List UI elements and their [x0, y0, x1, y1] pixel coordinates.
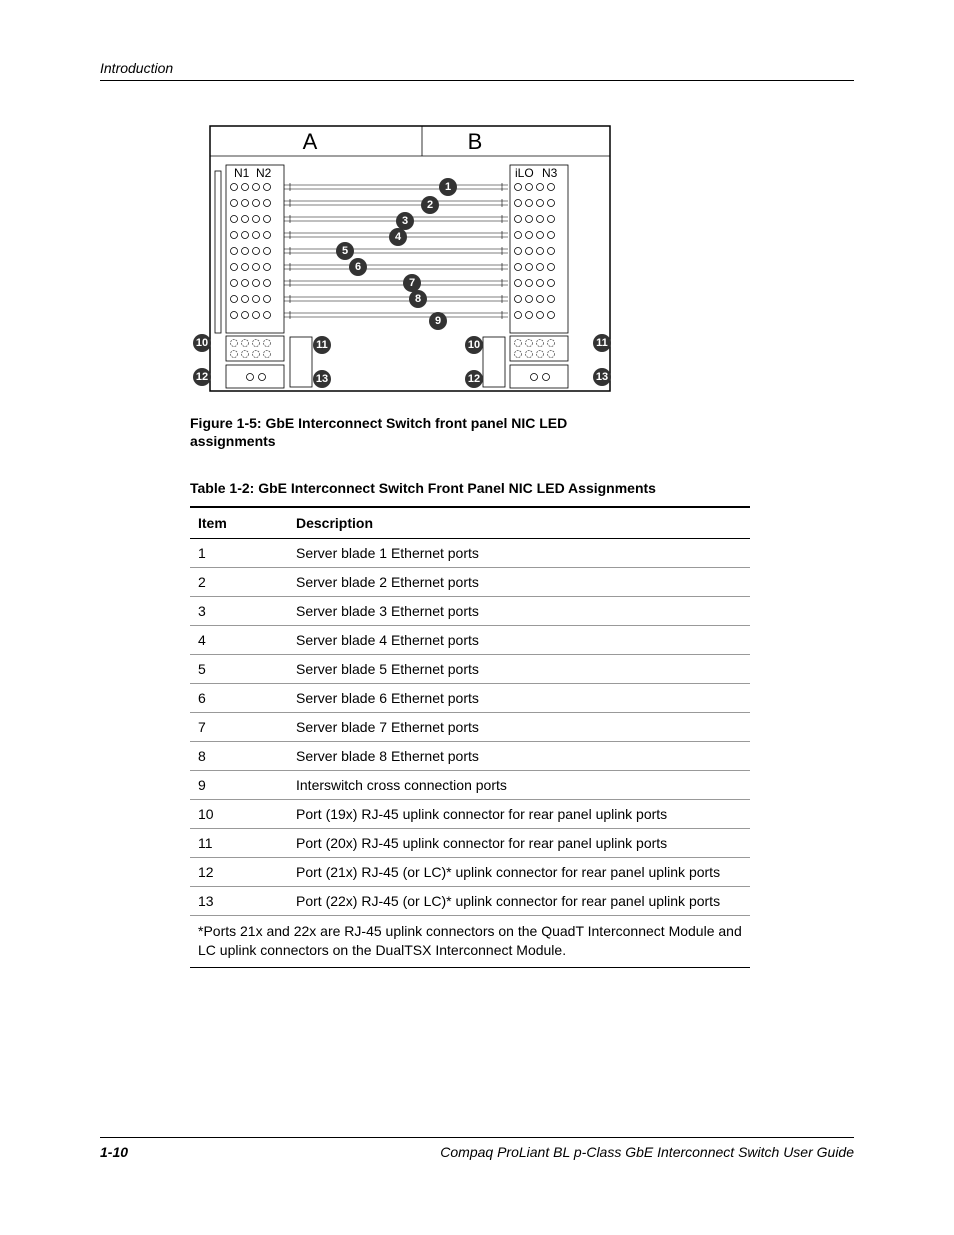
cell-description: Interswitch cross connection ports — [292, 771, 750, 800]
callout-4: 4 — [389, 228, 407, 246]
cell-item: 3 — [190, 597, 292, 626]
svg-text:12: 12 — [468, 373, 480, 385]
callout-6: 6 — [349, 258, 367, 276]
table-footnote-row: *Ports 21x and 22x are RJ-45 uplink conn… — [190, 916, 750, 967]
table-row: 12Port (21x) RJ-45 (or LC)* uplink conne… — [190, 858, 750, 887]
label-ilo: iLO — [515, 166, 534, 180]
svg-text:7: 7 — [409, 277, 415, 289]
footer-title: Compaq ProLiant BL p-Class GbE Interconn… — [440, 1144, 854, 1160]
callout-2: 2 — [421, 196, 439, 214]
page-number: 1-10 — [100, 1144, 128, 1160]
svg-text:4: 4 — [395, 231, 402, 243]
callout-3: 3 — [396, 212, 414, 230]
header-text: Introduction — [100, 60, 173, 76]
callout-13: 13 — [313, 370, 331, 388]
svg-text:10: 10 — [468, 339, 480, 351]
cell-description: Server blade 1 Ethernet ports — [292, 539, 750, 568]
svg-text:2: 2 — [427, 199, 433, 211]
cell-item: 6 — [190, 684, 292, 713]
table-row: 7Server blade 7 Ethernet ports — [190, 713, 750, 742]
svg-text:6: 6 — [355, 261, 361, 273]
figure-diagram: A B N1 N2 iLO N3 123456789 1011121310111… — [190, 121, 630, 404]
cell-item: 9 — [190, 771, 292, 800]
cell-item: 8 — [190, 742, 292, 771]
svg-text:8: 8 — [415, 293, 421, 305]
callout-10: 10 — [465, 336, 483, 354]
cell-item: 7 — [190, 713, 292, 742]
svg-text:9: 9 — [435, 315, 441, 327]
cell-item: 2 — [190, 568, 292, 597]
table-row: 9Interswitch cross connection ports — [190, 771, 750, 800]
table-row: 5Server blade 5 Ethernet ports — [190, 655, 750, 684]
th-item: Item — [190, 507, 292, 539]
label-n1: N1 — [234, 166, 250, 180]
table-row: 8Server blade 8 Ethernet ports — [190, 742, 750, 771]
svg-text:13: 13 — [316, 373, 328, 385]
svg-text:10: 10 — [196, 337, 208, 349]
cell-item: 5 — [190, 655, 292, 684]
table-footnote: *Ports 21x and 22x are RJ-45 uplink conn… — [190, 916, 750, 967]
cell-item: 12 — [190, 858, 292, 887]
svg-text:13: 13 — [596, 371, 608, 383]
th-description: Description — [292, 507, 750, 539]
label-n3: N3 — [542, 166, 558, 180]
cell-item: 4 — [190, 626, 292, 655]
table-row: 4Server blade 4 Ethernet ports — [190, 626, 750, 655]
cell-description: Port (21x) RJ-45 (or LC)* uplink connect… — [292, 858, 750, 887]
callout-13: 13 — [593, 368, 611, 386]
cell-item: 11 — [190, 829, 292, 858]
label-n2: N2 — [256, 166, 272, 180]
cell-description: Server blade 2 Ethernet ports — [292, 568, 750, 597]
cell-description: Server blade 8 Ethernet ports — [292, 742, 750, 771]
cell-description: Port (20x) RJ-45 uplink connector for re… — [292, 829, 750, 858]
callout-7: 7 — [403, 274, 421, 292]
page-footer: 1-10 Compaq ProLiant BL p-Class GbE Inte… — [100, 1137, 854, 1160]
table-row: 10Port (19x) RJ-45 uplink connector for … — [190, 800, 750, 829]
svg-text:5: 5 — [342, 245, 348, 257]
cell-description: Port (22x) RJ-45 (or LC)* uplink connect… — [292, 887, 750, 916]
table-container: Table 1-2: GbE Interconnect Switch Front… — [190, 480, 750, 967]
callout-8: 8 — [409, 290, 427, 308]
figure-caption: Figure 1-5: GbE Interconnect Switch fron… — [190, 414, 640, 450]
diagram-svg: A B N1 N2 iLO N3 123456789 1011121310111… — [190, 121, 630, 401]
callout-10: 10 — [193, 334, 211, 352]
cell-description: Server blade 5 Ethernet ports — [292, 655, 750, 684]
cell-description: Server blade 4 Ethernet ports — [292, 626, 750, 655]
svg-text:3: 3 — [402, 215, 408, 227]
callout-9: 9 — [429, 312, 447, 330]
table-row: 3Server blade 3 Ethernet ports — [190, 597, 750, 626]
table-row: 2Server blade 2 Ethernet ports — [190, 568, 750, 597]
svg-text:11: 11 — [316, 339, 328, 351]
callout-11: 11 — [593, 334, 611, 352]
assignments-table: Item Description 1Server blade 1 Etherne… — [190, 506, 750, 967]
cell-item: 13 — [190, 887, 292, 916]
cell-description: Server blade 3 Ethernet ports — [292, 597, 750, 626]
label-a: A — [303, 129, 318, 154]
callout-5: 5 — [336, 242, 354, 260]
table-row: 6Server blade 6 Ethernet ports — [190, 684, 750, 713]
cell-description: Server blade 7 Ethernet ports — [292, 713, 750, 742]
page-header: Introduction — [100, 60, 854, 81]
cell-description: Server blade 6 Ethernet ports — [292, 684, 750, 713]
callout-12: 12 — [193, 368, 211, 386]
svg-text:11: 11 — [596, 337, 608, 349]
svg-text:1: 1 — [445, 181, 451, 193]
table-row: 11Port (20x) RJ-45 uplink connector for … — [190, 829, 750, 858]
cell-description: Port (19x) RJ-45 uplink connector for re… — [292, 800, 750, 829]
callout-12: 12 — [465, 370, 483, 388]
cell-item: 10 — [190, 800, 292, 829]
callout-11: 11 — [313, 336, 331, 354]
table-row: 13Port (22x) RJ-45 (or LC)* uplink conne… — [190, 887, 750, 916]
callout-1: 1 — [439, 178, 457, 196]
cell-item: 1 — [190, 539, 292, 568]
table-header-row: Item Description — [190, 507, 750, 539]
table-row: 1Server blade 1 Ethernet ports — [190, 539, 750, 568]
label-b: B — [468, 129, 483, 154]
svg-text:12: 12 — [196, 371, 208, 383]
table-title: Table 1-2: GbE Interconnect Switch Front… — [190, 480, 750, 496]
